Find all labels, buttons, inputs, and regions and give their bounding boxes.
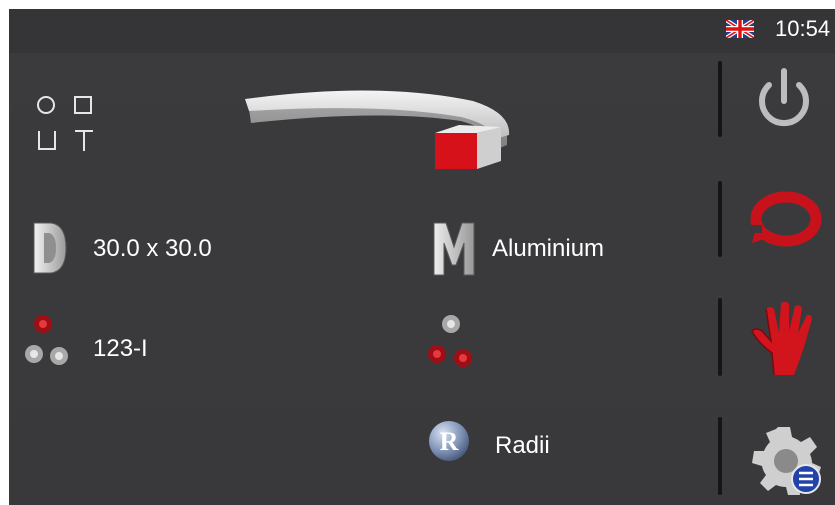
cycle-icon bbox=[750, 191, 822, 247]
radii-r-icon[interactable]: R bbox=[428, 420, 470, 462]
material-m-icon[interactable] bbox=[432, 221, 476, 277]
profile-shape-icons[interactable] bbox=[36, 95, 102, 157]
tooling-value: 123-I bbox=[93, 335, 148, 362]
radii-label[interactable]: Radii bbox=[495, 432, 550, 460]
machine-screen: 10:54 30.0 x 30.0 Aluminium 123-I R Radi… bbox=[9, 9, 835, 505]
settings-button[interactable] bbox=[744, 417, 824, 497]
status-bar: 10:54 bbox=[9, 9, 835, 53]
power-button[interactable] bbox=[744, 59, 824, 139]
cycle-button[interactable] bbox=[744, 177, 824, 257]
divider bbox=[718, 61, 722, 137]
manual-hand-icon bbox=[751, 301, 812, 376]
bent-square-profile-image bbox=[245, 90, 510, 169]
dimension-value: 30.0 x 30.0 bbox=[93, 235, 212, 262]
material-value: Aluminium bbox=[492, 235, 605, 262]
manual-button[interactable] bbox=[744, 297, 824, 377]
dimension-d-icon[interactable] bbox=[31, 221, 69, 275]
settings-gear-icon bbox=[752, 427, 821, 495]
uk-flag-icon[interactable] bbox=[726, 20, 754, 38]
divider bbox=[718, 298, 722, 376]
roll-config-icon[interactable] bbox=[423, 312, 479, 370]
roll-set-icon[interactable] bbox=[23, 312, 75, 368]
svg-text:R: R bbox=[440, 427, 459, 456]
divider bbox=[718, 181, 722, 257]
clock: 10:54 bbox=[775, 16, 831, 41]
divider bbox=[718, 417, 722, 495]
power-icon bbox=[759, 68, 809, 127]
